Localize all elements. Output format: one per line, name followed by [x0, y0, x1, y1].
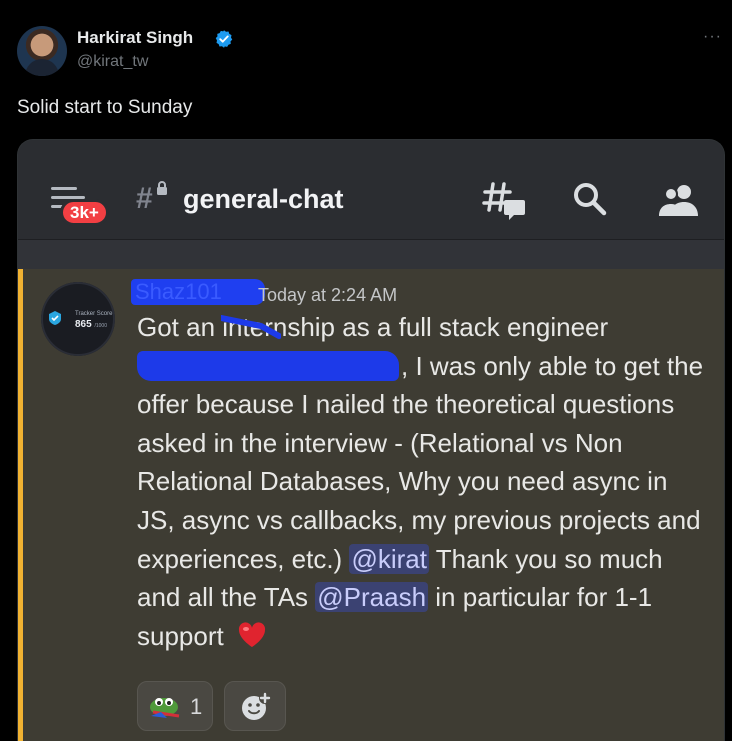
discord-channel-header: 3k+ # general-chat [18, 140, 724, 240]
author-name[interactable]: Harkirat Singh [77, 28, 193, 48]
mention-highlight-bar [18, 269, 23, 741]
add-reaction-icon [242, 692, 271, 720]
mention-kirat[interactable]: @kirat [349, 543, 429, 574]
redaction-scribble [221, 315, 281, 339]
divider [18, 241, 724, 269]
add-reaction-button[interactable] [224, 681, 286, 731]
channel-name: general-chat [183, 184, 344, 214]
message-username[interactable]: Shaz101 [131, 279, 265, 305]
verified-icon [215, 30, 233, 48]
members-icon[interactable] [658, 182, 700, 218]
more-icon[interactable]: ··· [703, 28, 722, 46]
tracker-score-label: Tracker Score [75, 311, 113, 317]
search-icon[interactable] [572, 181, 608, 217]
reaction-button[interactable]: 1 [137, 681, 213, 731]
mention-praash[interactable]: @Praash [315, 582, 429, 613]
reaction-count: 1 [190, 694, 203, 719]
message-text-line-1: Got an internship as a full stack engine… [137, 312, 609, 342]
redacted-company-name [137, 350, 399, 381]
tweet-header: Harkirat Singh @kirat_tw ··· [17, 26, 721, 76]
tweet-text: Solid start to Sunday [17, 97, 193, 118]
message-content: Got an internship as a full stack engine… [137, 308, 712, 655]
tracker-logo-icon [49, 311, 61, 325]
hash-lock-icon: # [136, 182, 153, 215]
frog-icon [150, 698, 180, 718]
chat-message[interactable]: Tracker Score 865 /1000 Shaz101 Today at… [18, 269, 724, 741]
notification-badge: 3k+ [60, 199, 109, 226]
message-text-main: , I was only able to get the offer becau… [137, 350, 704, 574]
message-timestamp: Today at 2:24 AM [258, 285, 398, 305]
message-avatar[interactable]: Tracker Score 865 /1000 [41, 282, 115, 356]
author-handle[interactable]: @kirat_tw [77, 53, 148, 71]
author-avatar[interactable] [17, 26, 67, 76]
threads-icon[interactable] [482, 180, 526, 220]
tweet-media-image[interactable]: 3k+ # general-chat Tracker Score 865 /10… [17, 139, 725, 741]
tracker-score-value: 865 /1000 [75, 319, 107, 330]
heart-icon [238, 622, 266, 647]
lock-icon [157, 181, 167, 195]
